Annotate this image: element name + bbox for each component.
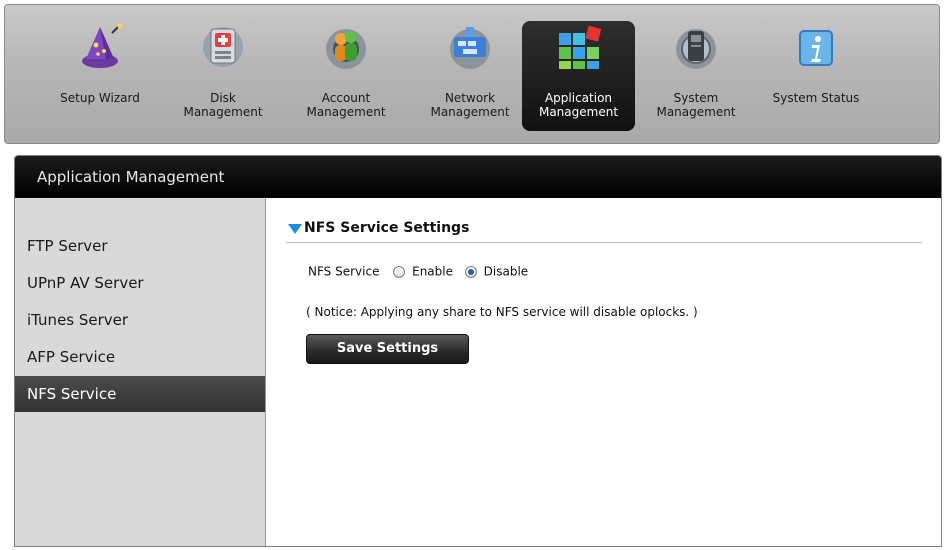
disable-radio[interactable] [464,265,477,278]
notice-text: ( Notice: Applying any share to NFS serv… [306,305,698,319]
nfs-service-row: NFS Service Enable Disable [308,264,528,279]
system-icon [676,29,716,69]
disk-icon [203,27,243,67]
panel-header: Application Management [15,156,941,198]
wizard-icon [82,23,123,68]
content-area: NFS Service Settings NFS Service Enable … [266,198,941,546]
toolbar-label: Application Management [538,91,619,119]
toolbar-system-management[interactable]: System Management [641,5,751,143]
account-icon [326,29,366,69]
enable-label[interactable]: Enable [412,265,453,279]
main-panel: Application Management FTP Server UPnP A… [14,155,942,547]
section-header[interactable]: NFS Service Settings [286,220,922,243]
toolbar-label: Disk Management [183,91,263,119]
enable-radio[interactable] [393,265,406,278]
toolbar-disk-management[interactable]: Disk Management [173,5,273,143]
toolbar-label: System Status [772,91,860,105]
application-icon [558,25,601,69]
sidebar-item-nfs-service[interactable]: NFS Service [15,376,265,412]
disable-label[interactable]: Disable [484,265,529,279]
toolbar-label: Account Management [306,91,386,119]
save-settings-button[interactable]: Save Settings [306,334,469,364]
nfs-service-label: NFS Service [308,264,380,279]
network-icon [450,27,490,69]
toolbar-label: System Management [656,91,736,119]
toolbar-network-management[interactable]: Network Management [415,5,525,143]
sidebar-item-ftp-server[interactable]: FTP Server [15,228,265,264]
sidebar-item-itunes-server[interactable]: iTunes Server [15,302,265,338]
toolbar-label: Network Management [430,91,510,119]
sidebar-item-upnp-av-server[interactable]: UPnP AV Server [15,265,265,301]
sidebar: FTP Server UPnP AV Server iTunes Server … [15,198,266,546]
top-toolbar: Setup Wizard Disk Management Account Man… [4,4,940,144]
page-title: Application Management [37,168,225,186]
toolbar-setup-wizard[interactable]: Setup Wizard [45,5,155,143]
info-icon [799,30,833,66]
toolbar-application-management[interactable]: Application Management [522,21,635,131]
collapse-triangle-icon[interactable] [288,224,302,234]
toolbar-label: Setup Wizard [60,91,140,105]
sidebar-item-afp-service[interactable]: AFP Service [15,339,265,375]
toolbar-system-status[interactable]: System Status [761,5,871,143]
toolbar-account-management[interactable]: Account Management [291,5,401,143]
section-title: NFS Service Settings [304,220,470,236]
